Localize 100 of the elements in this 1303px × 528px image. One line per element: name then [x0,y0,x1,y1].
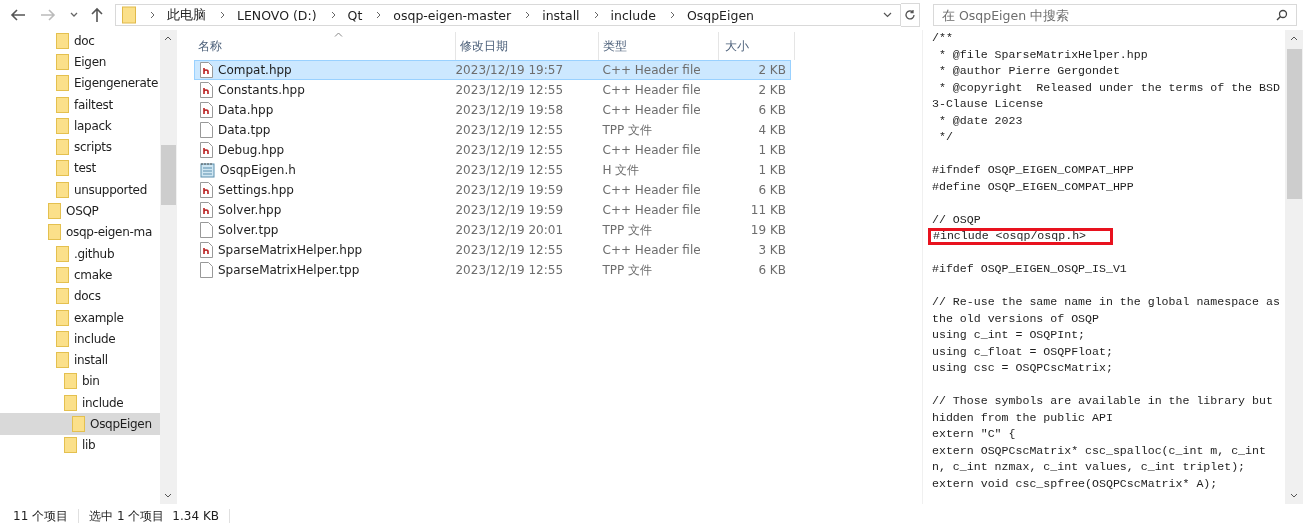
breadcrumb[interactable]: Qt [347,7,363,23]
file-row[interactable]: Data.tpp 2023/12/19 12:55 TPP 文件 4 KB [194,120,791,140]
folder-icon [56,330,69,347]
breadcrumb[interactable]: LENOVO (D:) [237,7,317,23]
modified-date: 2023/12/19 19:57 [454,63,565,77]
tree-item[interactable]: unsupported [0,179,160,201]
up-icon[interactable] [90,7,104,23]
code-line: #define OSQP_EIGEN_COMPAT_HPP [931,178,1135,195]
header-file-icon [200,242,213,258]
address-bar[interactable]: 此电脑 LENOVO (D:) Qt osqp-eigen-master install include OsqpEigen [115,4,901,26]
tree-item[interactable]: cmake [0,264,160,286]
file-type: C++ Header file [601,203,702,217]
selection-count: 选中 1 个项目 [89,507,165,525]
search-icon [1276,9,1288,21]
code-line: * @file SparseMatrixHelper.hpp [937,46,1149,63]
tree-item[interactable]: bin [0,370,160,393]
code-line: 3-Clause License [931,96,1045,112]
scroll-up-icon[interactable] [1290,36,1298,41]
code-line: // Re-use the same name in the global namespace as [931,294,1281,310]
file-size: 1 KB [757,163,787,177]
selection-size: 1.34 KB [172,509,219,523]
file-type: C++ Header file [601,103,702,117]
scrollbar-thumb[interactable] [160,145,176,205]
tree-item[interactable]: include [0,328,160,350]
modified-date: 2023/12/19 12:55 [454,123,565,137]
tree-item[interactable]: docs [0,285,160,307]
code-line: // Those symbols are available in the library but [931,393,1274,409]
breadcrumb[interactable]: OsqpEigen [686,7,755,23]
scroll-up-icon[interactable] [164,36,172,41]
scrollbar[interactable] [1285,30,1303,504]
dropdown-icon[interactable] [883,12,892,18]
code-line: * @author Pierre Gergondet [937,63,1121,79]
file-name: Constants.hpp [218,83,305,97]
refresh-icon [904,9,916,21]
code-line: using c_int = OSQPInt; [931,327,1087,343]
scrollbar-thumb[interactable] [1286,49,1302,199]
tree-item[interactable]: Eigen [0,51,160,73]
folder-icon [56,352,69,369]
tree-item[interactable]: Eigengenerate [0,72,160,94]
tree-item[interactable]: install [0,349,160,371]
file-type: C++ Header file [601,243,702,257]
file-row[interactable]: Data.hpp 2023/12/19 19:58 C++ Header file 6 KB [194,100,791,120]
breadcrumb[interactable]: osqp-eigen-master [393,7,512,23]
folder-icon [64,437,77,454]
file-row[interactable]: SparseMatrixHelper.hpp 2023/12/19 12:55 C++ Header file 3 KB [194,240,791,260]
file-size: 2 KB [757,83,787,97]
dropdown-icon[interactable] [70,12,78,18]
header-file-icon [200,142,213,158]
folder-icon [56,160,69,177]
file-row[interactable]: Solver.hpp 2023/12/19 19:59 C++ Header file 11 KB [194,200,791,220]
file-size: 19 KB [749,223,787,237]
modified-date: 2023/12/19 12:55 [454,243,565,257]
file-type: C++ Header file [601,183,702,197]
file-icon [200,122,213,138]
tree-item[interactable]: osqp-eigen-ma [0,221,160,243]
header-file-icon [200,62,213,78]
file-type: C++ Header file [601,143,702,157]
chevron-icon [593,11,599,19]
tree-item[interactable]: .github [0,242,160,265]
breadcrumb[interactable]: install [542,7,580,23]
file-type: TPP 文件 [601,221,654,239]
file-row[interactable]: OsqpEigen.h 2023/12/19 12:55 H 文件 1 KB [194,160,791,180]
file-row[interactable]: Settings.hpp 2023/12/19 19:59 C++ Header file 6 KB [194,180,791,200]
breadcrumb[interactable]: include [610,7,656,23]
folder-icon [64,373,77,390]
search-field[interactable]: 在 OsqpEigen 中搜索 [933,4,1297,26]
scrollbar[interactable] [160,30,176,504]
back-icon[interactable] [10,8,26,22]
tree-item[interactable]: doc [0,30,160,52]
file-row[interactable]: SparseMatrixHelper.tpp 2023/12/19 12:55 TPP 文件 6 KB [194,260,791,280]
code-line: /** [931,30,954,46]
folder-icon [56,32,69,49]
tree-item[interactable]: OsqpEigen [0,413,160,435]
refresh-button[interactable] [901,3,920,27]
breadcrumb[interactable]: 此电脑 [167,6,206,24]
header-file-icon [200,82,213,98]
scroll-down-icon[interactable] [164,493,172,498]
code-line: #ifdef OSQP_EIGEN_OSQP_IS_V1 [931,261,1128,277]
tree-item[interactable]: failtest [0,93,160,116]
notepad-icon [200,162,215,178]
scroll-down-icon[interactable] [1290,493,1298,498]
file-row[interactable]: Constants.hpp 2023/12/19 12:55 C++ Header file 2 KB [194,80,791,100]
tree-item[interactable]: test [0,157,160,180]
folder-icon [56,288,69,305]
file-row[interactable]: Debug.hpp 2023/12/19 12:55 C++ Header file 1 KB [194,140,791,160]
file-type: TPP 文件 [601,261,654,279]
tree-item[interactable]: OSQP [0,200,160,222]
tree-item[interactable]: example [0,306,160,329]
file-size: 11 KB [749,203,787,217]
code-line: n, c_int nzmax, c_int values, c_int triplet); [931,459,1247,475]
file-type: C++ Header file [601,83,702,97]
tree-item[interactable]: scripts [0,136,160,158]
file-row[interactable]: Solver.tpp 2023/12/19 20:01 TPP 文件 19 KB [194,220,791,240]
file-row[interactable]: Compat.hpp 2023/12/19 19:57 C++ Header file 2 KB [194,60,791,80]
modified-date: 2023/12/19 20:01 [454,223,565,237]
file-name: Data.hpp [218,103,274,117]
file-name: OsqpEigen.h [220,163,296,177]
tree-item[interactable]: lapack [0,115,160,137]
tree-item[interactable]: include [0,392,160,414]
tree-item[interactable]: lib [0,434,160,456]
